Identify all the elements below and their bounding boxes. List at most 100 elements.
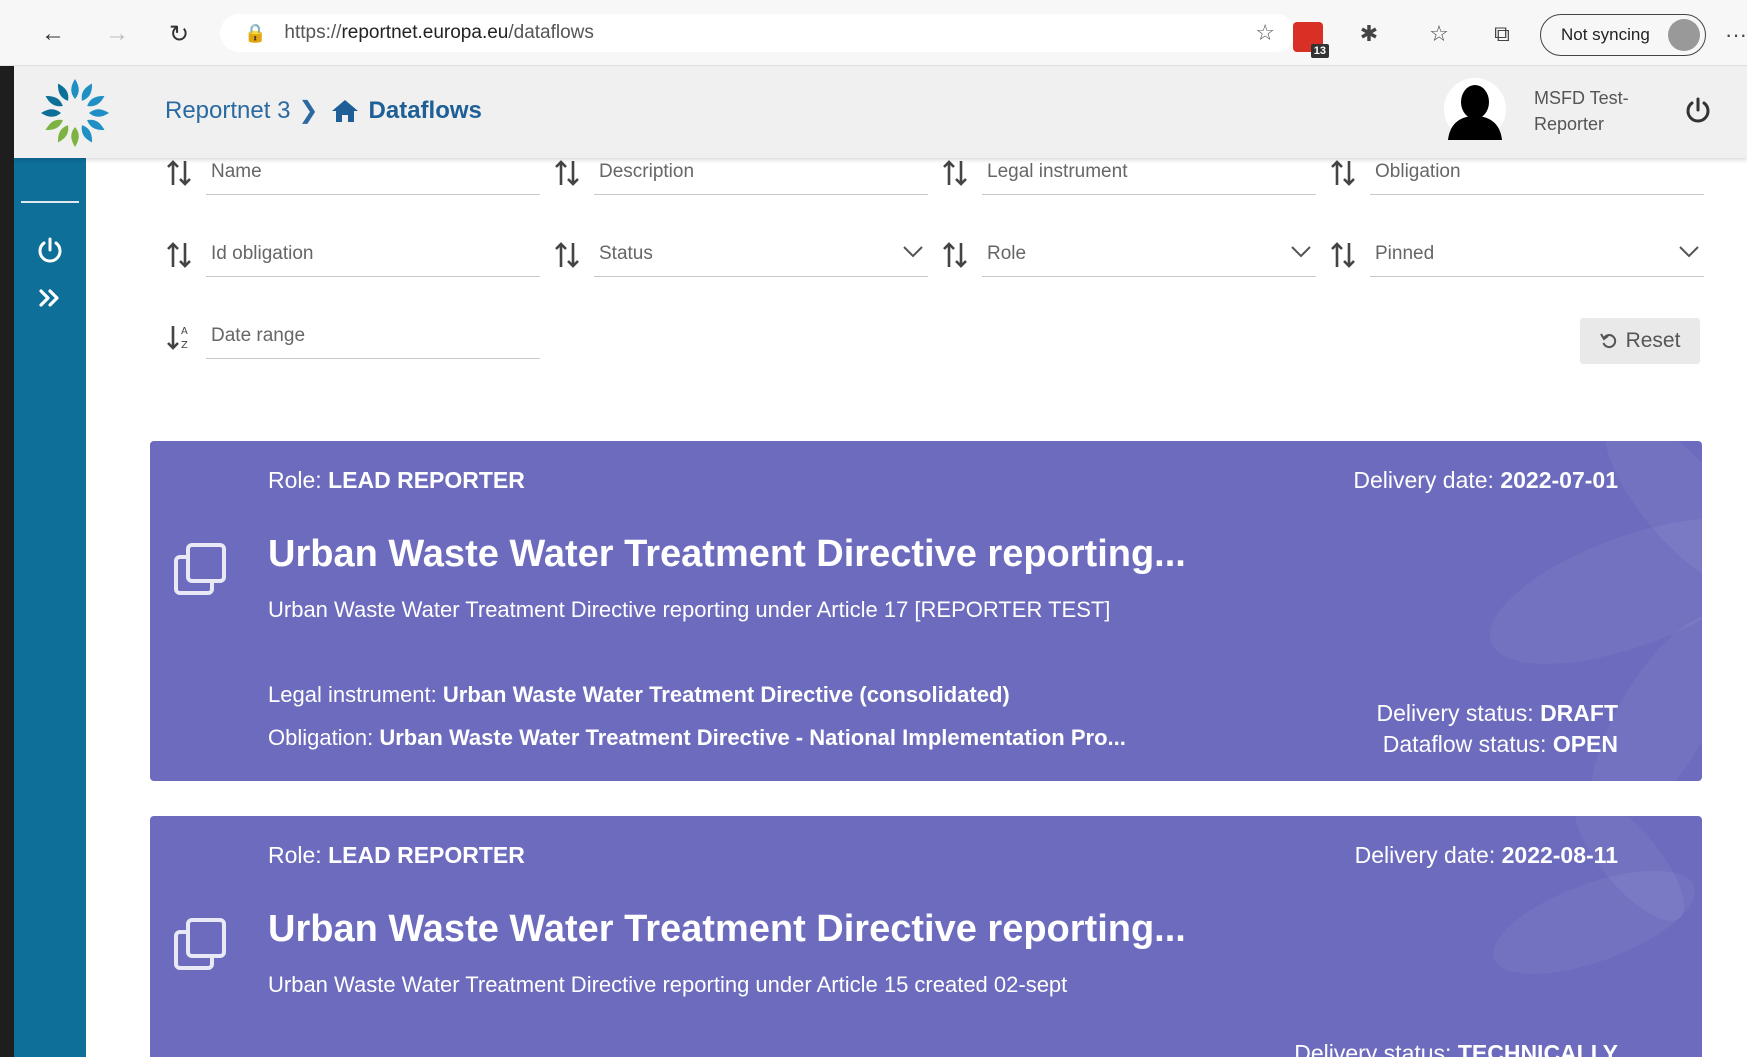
chevron-down-icon[interactable] bbox=[1290, 245, 1312, 259]
filter-status[interactable]: Status bbox=[554, 237, 928, 277]
forward-icon[interactable]: → bbox=[102, 19, 132, 49]
name-input[interactable]: Name bbox=[206, 155, 540, 195]
date-range-input[interactable]: Date range bbox=[206, 319, 540, 359]
card-title[interactable]: Urban Waste Water Treatment Directive re… bbox=[268, 908, 1186, 951]
sort-icon[interactable] bbox=[166, 241, 192, 269]
browser-toolbar: ← → ↻ 🔒 https://reportnet.europa.eu/data… bbox=[0, 0, 1747, 66]
svg-text:Z: Z bbox=[181, 340, 188, 351]
filter-pinned[interactable]: Pinned bbox=[1330, 237, 1704, 277]
breadcrumb: Reportnet 3 ❯ Dataflows bbox=[165, 96, 482, 125]
filter-role[interactable]: Role bbox=[942, 237, 1316, 277]
obligation-value: Urban Waste Water Treatment Directive - … bbox=[379, 725, 1126, 750]
eea-logo-icon[interactable] bbox=[39, 77, 111, 149]
back-icon[interactable]: ← bbox=[38, 19, 68, 49]
card-role: Role: LEAD REPORTER bbox=[268, 842, 525, 869]
role-value: LEAD REPORTER bbox=[328, 467, 525, 493]
sort-icon[interactable] bbox=[554, 241, 580, 269]
lock-icon: 🔒 bbox=[244, 22, 267, 43]
sort-icon[interactable] bbox=[942, 159, 968, 187]
url-prefix: https:// bbox=[284, 22, 342, 43]
delivery-status-label: Delivery status: bbox=[1376, 700, 1534, 726]
filter-obligation[interactable]: Obligation bbox=[1330, 155, 1704, 195]
collections-icon[interactable]: ⧉ bbox=[1485, 18, 1519, 50]
delivery-date-value: 2022-07-01 bbox=[1500, 467, 1618, 493]
sort-icon[interactable] bbox=[1330, 159, 1356, 187]
card-dataflow-status: Dataflow status: OPEN bbox=[1383, 731, 1618, 758]
url-path: /dataflows bbox=[508, 22, 594, 43]
profile-avatar bbox=[1668, 19, 1700, 51]
delivery-status-value: TECHNICALLY bbox=[1457, 1040, 1618, 1057]
breadcrumb-root-link[interactable]: Reportnet 3 bbox=[165, 97, 290, 125]
extension-badge: 13 bbox=[1310, 44, 1329, 58]
id-obligation-input[interactable]: Id obligation bbox=[206, 237, 540, 277]
sort-icon[interactable] bbox=[942, 241, 968, 269]
delivery-status-label: Delivery status: bbox=[1294, 1040, 1452, 1057]
clone-icon[interactable] bbox=[172, 916, 228, 972]
address-bar[interactable]: 🔒 https://reportnet.europa.eu/dataflows … bbox=[220, 14, 1295, 52]
sort-alpha-icon[interactable]: A Z bbox=[166, 323, 192, 351]
svg-text:A: A bbox=[181, 326, 188, 337]
home-icon bbox=[331, 99, 358, 122]
favorites-icon[interactable]: ☆ bbox=[1422, 18, 1456, 50]
sidebar-divider bbox=[21, 201, 79, 203]
pinned-dropdown-label: Pinned bbox=[1375, 243, 1435, 264]
refresh-icon[interactable]: ↻ bbox=[164, 19, 194, 49]
card-delivery-date: Delivery date: 2022-07-01 bbox=[1353, 467, 1618, 494]
chevron-down-icon[interactable] bbox=[1678, 245, 1700, 259]
obligation-input[interactable]: Obligation bbox=[1370, 155, 1704, 195]
legal-instrument-input[interactable]: Legal instrument bbox=[982, 155, 1316, 195]
role-dropdown-label: Role bbox=[987, 243, 1027, 264]
chevron-down-icon[interactable] bbox=[902, 245, 924, 259]
delivery-status-value: DRAFT bbox=[1540, 700, 1618, 726]
filter-legal-instrument[interactable]: Legal instrument bbox=[942, 155, 1316, 195]
user-avatar-icon[interactable] bbox=[1444, 78, 1506, 144]
pinned-dropdown[interactable]: Pinned bbox=[1370, 237, 1704, 277]
extensions-icon[interactable]: ✱ bbox=[1352, 18, 1386, 50]
dataflow-card[interactable]: Role: LEAD REPORTER Delivery date: 2022-… bbox=[150, 441, 1702, 781]
dataflow-status-label: Dataflow status: bbox=[1382, 731, 1547, 757]
left-sidebar bbox=[14, 158, 86, 1057]
sort-icon[interactable] bbox=[166, 159, 192, 187]
sync-label: Not syncing bbox=[1561, 25, 1650, 44]
dataflow-status-value: OPEN bbox=[1552, 731, 1618, 757]
dataflow-card[interactable]: Role: LEAD REPORTER Delivery date: 2022-… bbox=[150, 816, 1702, 1057]
user-name-line2: Reporter bbox=[1534, 114, 1605, 134]
sidebar-logout-icon[interactable] bbox=[34, 234, 66, 266]
role-label: Role: bbox=[268, 467, 322, 493]
breadcrumb-current: Dataflows bbox=[368, 96, 482, 124]
card-delivery-status: Delivery status: TECHNICALLY bbox=[1294, 1040, 1618, 1057]
obligation-label: Obligation: bbox=[268, 725, 374, 750]
legal-instrument-value: Urban Waste Water Treatment Directive (c… bbox=[442, 682, 1010, 707]
description-input[interactable]: Description bbox=[594, 155, 928, 195]
expand-sidebar-icon[interactable] bbox=[34, 282, 66, 314]
card-title[interactable]: Urban Waste Water Treatment Directive re… bbox=[268, 533, 1186, 576]
card-delivery-status: Delivery status: DRAFT bbox=[1376, 700, 1618, 727]
app-header: Reportnet 3 ❯ Dataflows MSFD Test- Repor… bbox=[14, 66, 1747, 158]
reset-button[interactable]: Reset bbox=[1580, 318, 1700, 364]
clone-icon[interactable] bbox=[172, 541, 228, 597]
filter-name[interactable]: Name bbox=[166, 155, 540, 195]
role-label: Role: bbox=[268, 842, 322, 868]
calendar-extension-icon[interactable]: 13 bbox=[1293, 22, 1329, 58]
card-delivery-date: Delivery date: 2022-08-11 bbox=[1355, 842, 1618, 869]
chevron-right-icon: ❯ bbox=[298, 97, 319, 124]
card-obligation: Obligation: Urban Waste Water Treatment … bbox=[268, 725, 1126, 751]
logout-icon[interactable] bbox=[1684, 96, 1712, 124]
role-dropdown[interactable]: Role bbox=[982, 237, 1316, 277]
window-edge bbox=[0, 0, 14, 1057]
more-menu-icon[interactable]: ··· bbox=[1725, 22, 1747, 48]
filter-id-obligation[interactable]: Id obligation bbox=[166, 237, 540, 277]
url-host: reportnet.europa.eu bbox=[341, 22, 509, 43]
sort-icon[interactable] bbox=[554, 159, 580, 187]
status-dropdown[interactable]: Status bbox=[594, 237, 928, 277]
delivery-date-label: Delivery date: bbox=[1353, 467, 1494, 493]
add-favorite-icon[interactable]: ☆ bbox=[1255, 20, 1275, 46]
card-description: Urban Waste Water Treatment Directive re… bbox=[268, 972, 1068, 997]
sync-button[interactable]: Not syncing bbox=[1540, 14, 1706, 56]
filter-description[interactable]: Description bbox=[554, 155, 928, 195]
filter-date-range[interactable]: A Z Date range bbox=[166, 319, 540, 359]
card-description: Urban Waste Water Treatment Directive re… bbox=[268, 597, 1111, 622]
sort-icon[interactable] bbox=[1330, 241, 1356, 269]
role-value: LEAD REPORTER bbox=[328, 842, 525, 868]
user-name-line1: MSFD Test- bbox=[1534, 88, 1629, 108]
